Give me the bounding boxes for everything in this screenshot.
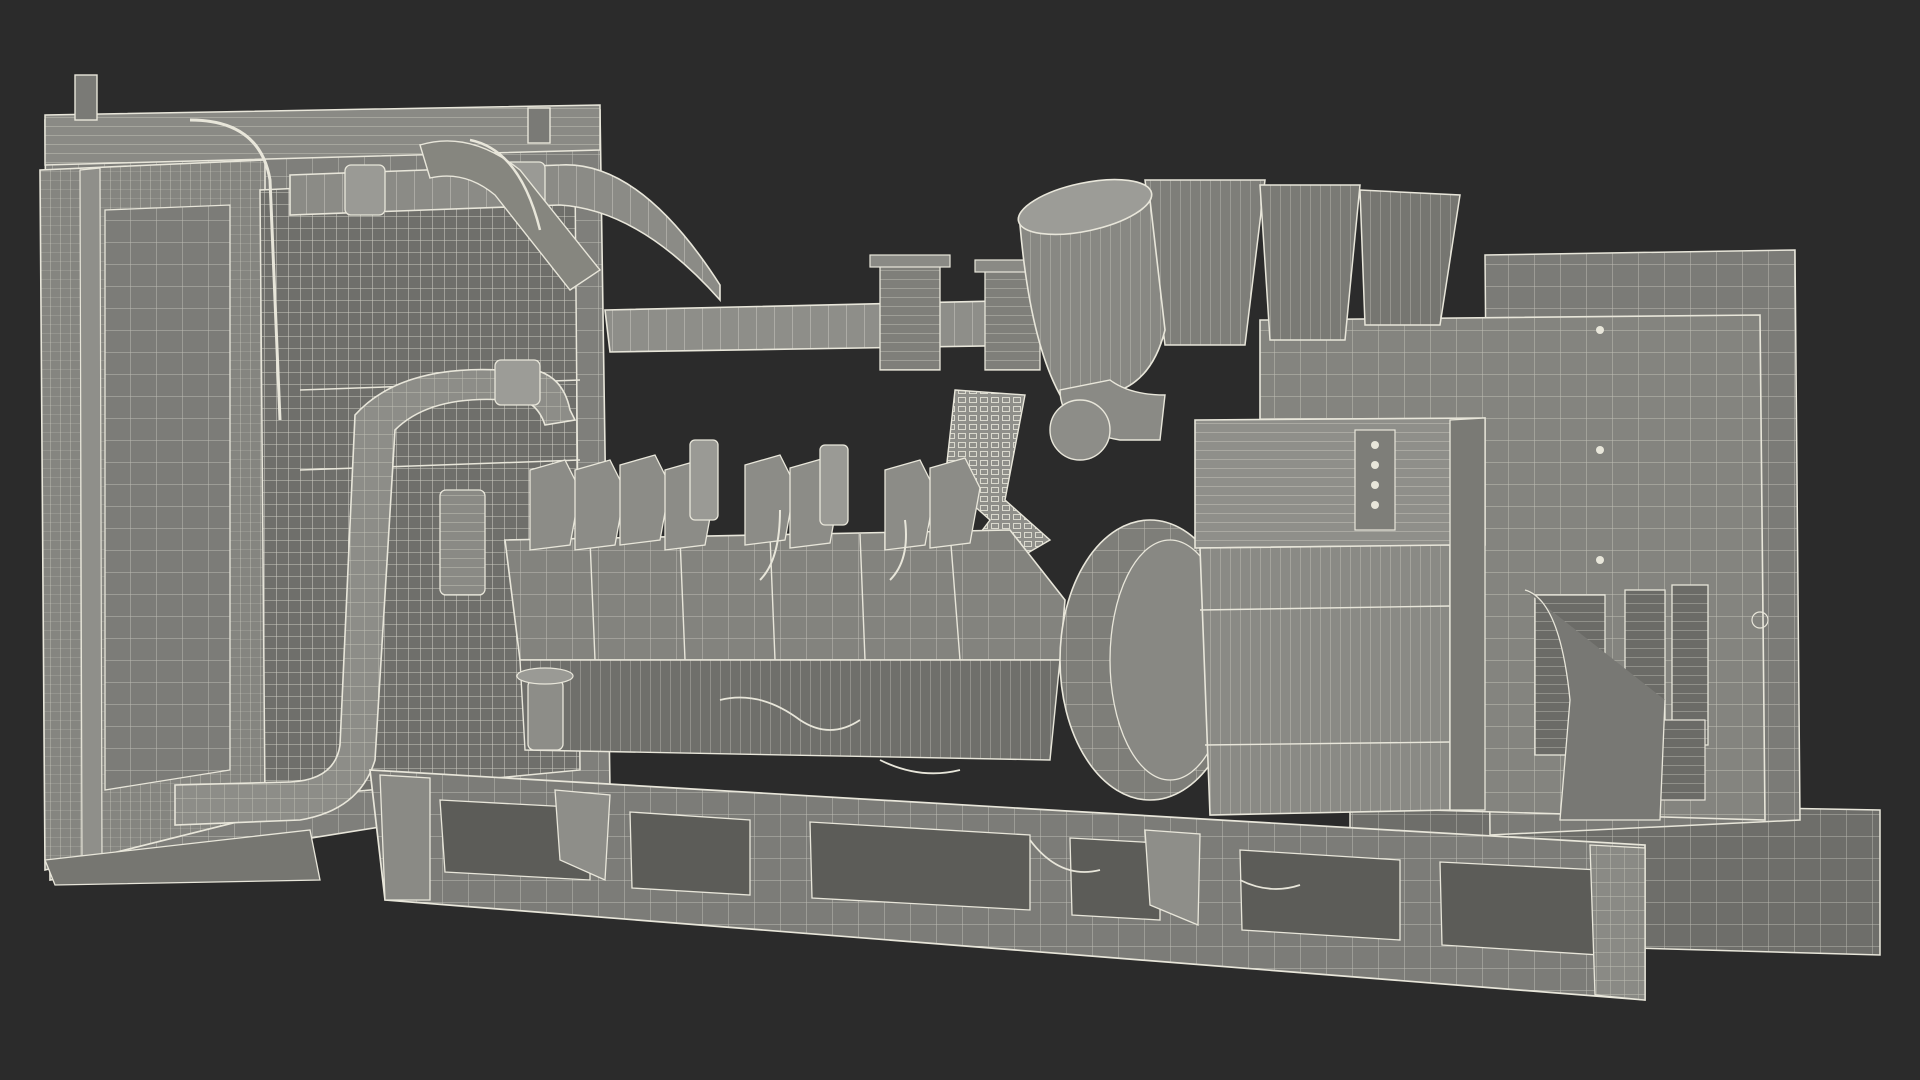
generator-wireframe-scene	[39, 74, 1881, 1001]
render-viewport	[0, 0, 1920, 1080]
intake-pipe	[604, 254, 1048, 371]
exhaust-stacks	[1144, 179, 1461, 346]
air-filter	[1017, 178, 1166, 461]
control-box	[1194, 417, 1486, 816]
